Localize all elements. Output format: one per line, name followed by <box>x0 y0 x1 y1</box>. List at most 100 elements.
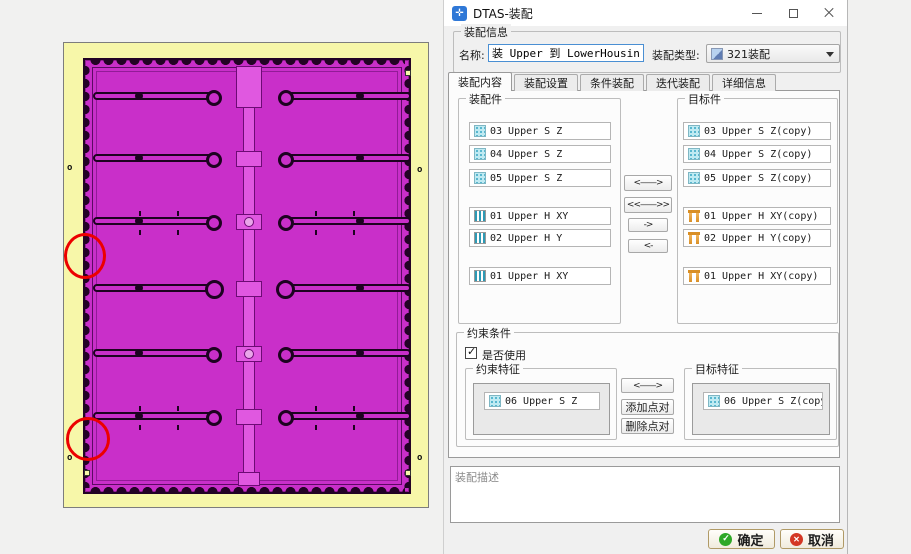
maximize-button[interactable] <box>775 0 811 26</box>
list-item-label: 05 Upper S Z(copy) <box>704 172 813 184</box>
rod-row-5 <box>85 347 411 363</box>
list-item[interactable]: 03 Upper S Z(copy) <box>683 122 831 140</box>
corner-point <box>405 70 411 76</box>
assembly-parts-group-title: 装配件 <box>466 91 505 107</box>
rod <box>93 152 222 168</box>
use-constraint-checkbox[interactable] <box>465 345 477 359</box>
assembly-info-group: 装配信息 名称: 装配类型: 321装配 <box>453 24 841 73</box>
list-item[interactable]: 01 Upper H XY(copy) <box>683 267 831 285</box>
rod <box>276 280 411 299</box>
minimize-icon <box>752 12 762 14</box>
list-item[interactable]: 01 Upper H XY <box>469 207 611 225</box>
rib-top-block <box>236 66 262 108</box>
list-item[interactable]: 05 Upper S Z <box>469 169 611 187</box>
surface-z-icon <box>474 125 486 137</box>
rod <box>93 406 222 426</box>
close-icon <box>824 8 834 18</box>
list-item[interactable]: 04 Upper S Z <box>469 145 611 163</box>
part-scallop-bottom <box>89 486 405 492</box>
pin-icon <box>688 270 700 282</box>
list-item[interactable]: 05 Upper S Z(copy) <box>683 169 831 187</box>
target-parts-group: 目标件 03 Upper S Z(copy) 04 Upper S Z(copy… <box>677 91 838 324</box>
pin-icon <box>688 232 700 244</box>
datum-marker: o <box>417 453 423 463</box>
rod <box>93 90 222 106</box>
target-feature-group-title: 目标特征 <box>692 361 742 377</box>
list-item[interactable]: 02 Upper H Y <box>469 229 611 247</box>
tab-panel-assembly-content: 装配件 03 Upper S Z 04 Upper S Z 05 Upper S… <box>448 90 840 458</box>
pin-icon <box>688 210 700 222</box>
assembly-type-dropdown[interactable]: 321装配 <box>706 44 840 63</box>
name-label: 名称: <box>459 49 485 62</box>
transfer-right-button[interactable]: -> <box>628 218 668 232</box>
datum-marker: o <box>67 163 73 173</box>
rod-row-3 <box>85 211 411 231</box>
rod-row-1 <box>85 90 411 106</box>
list-item-label: 06 Upper S Z <box>505 395 578 407</box>
rod <box>278 152 411 168</box>
list-item[interactable]: 06 Upper S Z <box>484 392 600 410</box>
constraint-swap-button[interactable]: <——> <box>621 378 674 393</box>
transfer-left-button[interactable]: <- <box>628 239 668 253</box>
tab-iterative-assembly[interactable]: 迭代装配 <box>646 74 710 91</box>
chevron-down-icon <box>826 52 834 57</box>
cancel-button-label: 取消 <box>807 533 834 549</box>
assembly-info-group-title: 装配信息 <box>461 24 511 40</box>
dialog-titlebar[interactable]: DTAS-装配 <box>444 0 847 26</box>
rod <box>278 211 411 231</box>
hole-icon <box>474 232 486 244</box>
tab-assembly-content[interactable]: 装配内容 <box>448 72 512 91</box>
assembly-description-textarea[interactable] <box>450 466 840 523</box>
rod-row-4 <box>85 280 411 299</box>
tab-assembly-settings[interactable]: 装配设置 <box>514 74 578 91</box>
list-item[interactable]: 01 Upper H XY <box>469 267 611 285</box>
list-item[interactable]: 01 Upper H XY(copy) <box>683 207 831 225</box>
red-circle-annotation-1 <box>64 233 106 279</box>
tab-bar: 装配内容 装配设置 条件装配 迭代装配 详细信息 <box>448 72 778 91</box>
list-item[interactable]: 04 Upper S Z(copy) <box>683 145 831 163</box>
minimize-button[interactable] <box>739 0 775 26</box>
cancel-button[interactable]: 取消 <box>780 529 844 549</box>
red-circle-annotation-2 <box>66 417 110 461</box>
rod <box>93 280 224 299</box>
list-item[interactable]: 03 Upper S Z <box>469 122 611 140</box>
ok-button[interactable]: 确定 <box>708 529 775 549</box>
assembly-parts-group: 装配件 03 Upper S Z 04 Upper S Z 05 Upper S… <box>458 91 621 324</box>
name-input[interactable] <box>488 44 644 62</box>
ok-check-icon <box>719 532 733 546</box>
tab-details[interactable]: 详细信息 <box>712 74 776 91</box>
add-point-pair-button[interactable]: 添加点对 <box>621 399 674 415</box>
hole-icon <box>474 270 486 282</box>
rib-bottom-block <box>238 472 260 486</box>
constraint-group: 约束条件 是否使用 约束特征 06 Upper S Z <——> 添加点对 删除… <box>456 325 839 447</box>
list-item-label: 01 Upper H XY(copy) <box>704 210 819 222</box>
app-icon <box>452 5 467 21</box>
list-item-label: 03 Upper S Z(copy) <box>704 125 813 137</box>
surface-z-icon <box>489 395 501 407</box>
remove-point-pair-button[interactable]: 删除点对 <box>621 418 674 434</box>
target-feature-group: 目标特征 06 Upper S Z(copy) <box>684 361 837 440</box>
assembly-type-value: 321装配 <box>727 47 770 61</box>
rod <box>278 347 411 363</box>
surface-z-icon <box>708 395 720 407</box>
hole-icon <box>474 210 486 222</box>
assembly-type-icon <box>711 47 723 60</box>
transfer-both-button[interactable]: <——> <box>624 175 672 191</box>
part-center-rib <box>236 66 262 486</box>
list-item[interactable]: 02 Upper H Y(copy) <box>683 229 831 247</box>
rod <box>93 347 222 363</box>
transfer-all-both-button[interactable]: <<——>> <box>624 197 672 213</box>
cad-viewport[interactable]: o o o o <box>63 42 429 508</box>
list-item-label: 03 Upper S Z <box>490 125 563 137</box>
maximize-icon <box>788 8 798 18</box>
list-item[interactable]: 06 Upper S Z(copy) <box>703 392 823 410</box>
ok-button-label: 确定 <box>737 533 764 549</box>
close-button[interactable] <box>811 0 847 26</box>
surface-z-icon <box>688 148 700 160</box>
list-item-label: 01 Upper H XY(copy) <box>704 270 819 282</box>
rod-tick <box>315 211 317 216</box>
datum-marker: o <box>417 165 423 175</box>
rod <box>93 211 222 231</box>
tab-conditional-assembly[interactable]: 条件装配 <box>580 74 644 91</box>
rod <box>278 90 411 106</box>
